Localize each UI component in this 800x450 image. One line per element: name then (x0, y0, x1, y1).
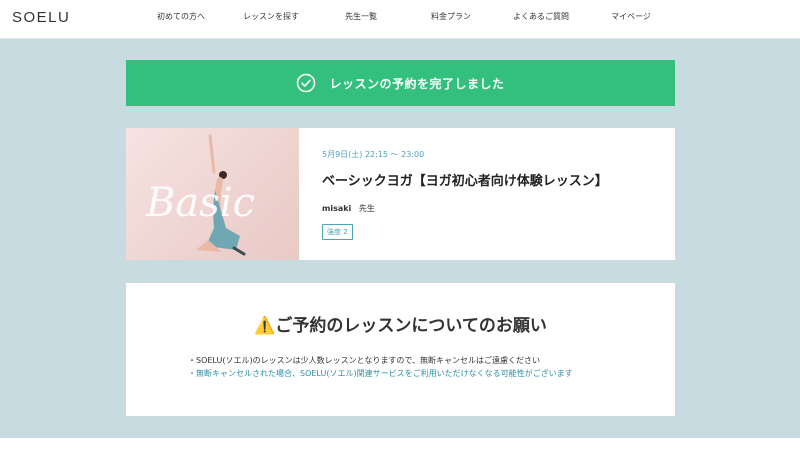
teacher-info: misaki 先生 (322, 203, 608, 214)
lesson-card[interactable]: Basic 5月9日(土) 22:15 〜 23:00 ベーシックヨガ【ヨガ初心… (126, 128, 675, 260)
image-text: Basic (145, 180, 255, 226)
nav-item-pricing[interactable]: 料金プラン (406, 0, 496, 38)
lesson-title[interactable]: ベーシックヨガ【ヨガ初心者向け体験レッスン】 (322, 170, 608, 189)
nav-item-find-lesson[interactable]: レッスンを探す (226, 0, 316, 38)
notice-card: ⚠️ご予約のレッスンについてのお願い ・SOELU(ソエル)のレッスンは少人数レ… (126, 283, 675, 416)
main-nav: 初めての方へ レッスンを探す 先生一覧 料金プラン よくあるご質問 マイページ (136, 0, 676, 38)
teacher-suffix: 先生 (358, 204, 375, 213)
lesson-info: 5月9日(土) 22:15 〜 23:00 ベーシックヨガ【ヨガ初心者向け体験レ… (299, 128, 608, 260)
banner-text: レッスンの予約を完了しました (329, 76, 505, 91)
notice-item: ・SOELU(ソエル)のレッスンは少人数レッスンとなりますので、無断キャンセルは… (188, 356, 541, 365)
nav-item-teachers[interactable]: 先生一覧 (316, 0, 406, 38)
notice-title: ⚠️ご予約のレッスンについてのお願い (254, 316, 547, 336)
check-circle-icon (296, 73, 316, 93)
notice-list: ・SOELU(ソエル)のレッスンは少人数レッスンとなりますので、無断キャンセルは… (188, 354, 618, 380)
nav-item-mypage[interactable]: マイページ (586, 0, 676, 38)
notice-item-warning: ・無断キャンセルされた場合、SOELU(ソエル)関連サービスをご利用いただけなく… (188, 369, 573, 378)
nav-item-beginners[interactable]: 初めての方へ (136, 0, 226, 38)
lesson-datetime: 5月9日(土) 22:15 〜 23:00 (322, 150, 425, 159)
site-header: SOELU 初めての方へ レッスンを探す 先生一覧 料金プラン よくあるご質問 … (0, 0, 800, 39)
main-content: レッスンの予約を完了しました Basic 5月9日(土) 22:15 〜 23:… (0, 39, 800, 438)
nav-item-faq[interactable]: よくあるご質問 (496, 0, 586, 38)
lesson-image: Basic (126, 128, 299, 260)
reservation-complete-banner: レッスンの予約を完了しました (126, 60, 675, 106)
logo[interactable]: SOELU (12, 9, 70, 26)
teacher-name[interactable]: misaki (322, 204, 351, 213)
difficulty-badge: 強度 2 (322, 224, 353, 240)
